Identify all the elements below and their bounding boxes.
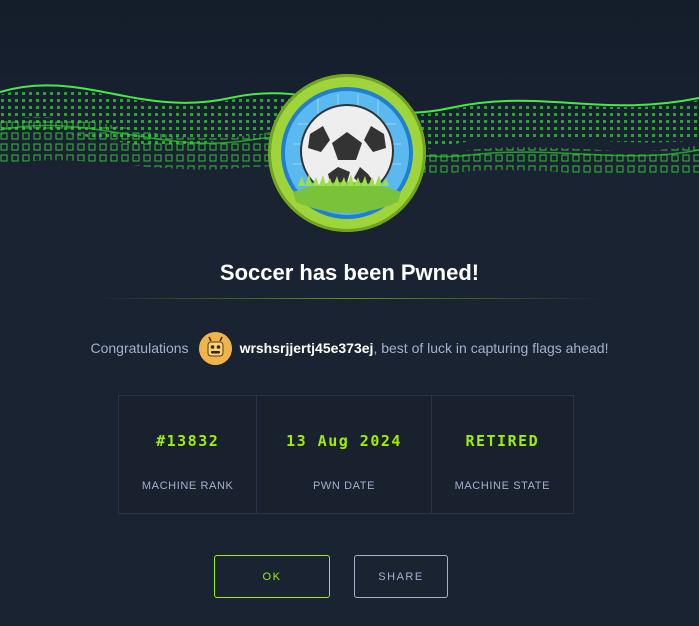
title-divider xyxy=(95,298,605,299)
stat-label: PWN DATE xyxy=(312,480,376,492)
stats-table: #13832 MACHINE RANK 13 Aug 2024 PWN DATE… xyxy=(118,395,574,514)
stat-value: #13832 xyxy=(156,432,220,450)
stat-value: RETIRED xyxy=(465,432,540,450)
congrats-prefix: Congratulations xyxy=(90,340,189,356)
congrats-message: Congratulations wrshsrjjertj45e373ej , b… xyxy=(0,331,699,365)
congrats-suffix: , best of luck in capturing flags ahead! xyxy=(373,340,609,356)
page-title: Soccer has been Pwned! xyxy=(219,260,480,285)
stat-value: 13 Aug 2024 xyxy=(286,432,402,450)
soccer-ball-icon xyxy=(281,87,413,219)
ok-button[interactable]: OK xyxy=(214,555,330,598)
stat-label: MACHINE STATE xyxy=(454,480,551,492)
user-avatar-icon[interactable] xyxy=(198,331,232,365)
stat-machine-state: RETIRED MACHINE STATE xyxy=(432,396,573,513)
stat-machine-rank: #13832 MACHINE RANK xyxy=(119,396,258,513)
username-link[interactable]: wrshsrjjertj45e373ej xyxy=(240,340,374,356)
machine-badge xyxy=(268,74,426,232)
share-button[interactable]: SHARE xyxy=(354,555,448,598)
stat-label: MACHINE RANK xyxy=(141,480,234,492)
stat-pwn-date: 13 Aug 2024 PWN DATE xyxy=(257,396,432,513)
